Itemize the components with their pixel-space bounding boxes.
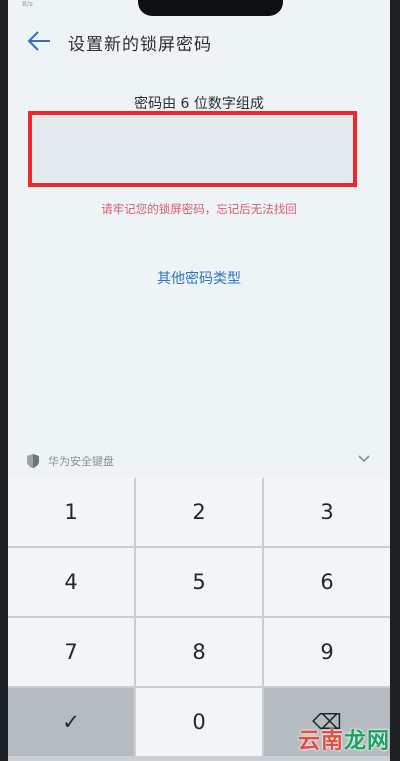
other-password-types-link[interactable]: 其他密码类型 — [8, 268, 390, 288]
phone-screen: B/s 设置新的锁屏密码 密码由 6 位数字组成 请牢记您的锁屏密码，忘记后无法… — [8, 0, 390, 761]
key-7[interactable]: 7 — [8, 618, 134, 686]
password-hint: 密码由 6 位数字组成 — [134, 96, 264, 112]
phone-bezel-left — [0, 0, 8, 761]
key-0[interactable]: 0 — [136, 688, 262, 756]
highlight-box — [28, 111, 357, 187]
numeric-keypad: 1 2 3 4 5 6 7 8 9 ✓ 0 ⌫ — [8, 478, 390, 761]
key-3[interactable]: 3 — [264, 478, 390, 546]
confirm-key[interactable]: ✓ — [8, 688, 134, 756]
phone-bezel-right — [390, 0, 400, 761]
key-1[interactable]: 1 — [8, 478, 134, 546]
camera-notch — [138, 0, 283, 16]
status-bar-text: B/s — [22, 0, 33, 8]
page-title: 设置新的锁屏密码 — [68, 35, 212, 55]
app-header: 设置新的锁屏密码 — [8, 26, 390, 56]
key-5[interactable]: 5 — [136, 548, 262, 616]
watermark-text-a: 云南 — [297, 729, 344, 754]
chevron-down-icon[interactable] — [356, 450, 372, 466]
password-warning: 请牢记您的锁屏密码，忘记后无法找回 — [101, 202, 297, 216]
key-4[interactable]: 4 — [8, 548, 134, 616]
back-arrow-icon[interactable] — [26, 29, 52, 53]
keyboard-label: 华为安全键盘 — [48, 455, 114, 468]
keyboard-header: 华为安全键盘 — [8, 446, 390, 476]
watermark-text-b: 龙网 — [343, 729, 390, 754]
shield-icon — [26, 453, 40, 469]
key-6[interactable]: 6 — [264, 548, 390, 616]
site-watermark: 云南龙网 — [298, 723, 390, 755]
key-8[interactable]: 8 — [136, 618, 262, 686]
key-9[interactable]: 9 — [264, 618, 390, 686]
key-2[interactable]: 2 — [136, 478, 262, 546]
